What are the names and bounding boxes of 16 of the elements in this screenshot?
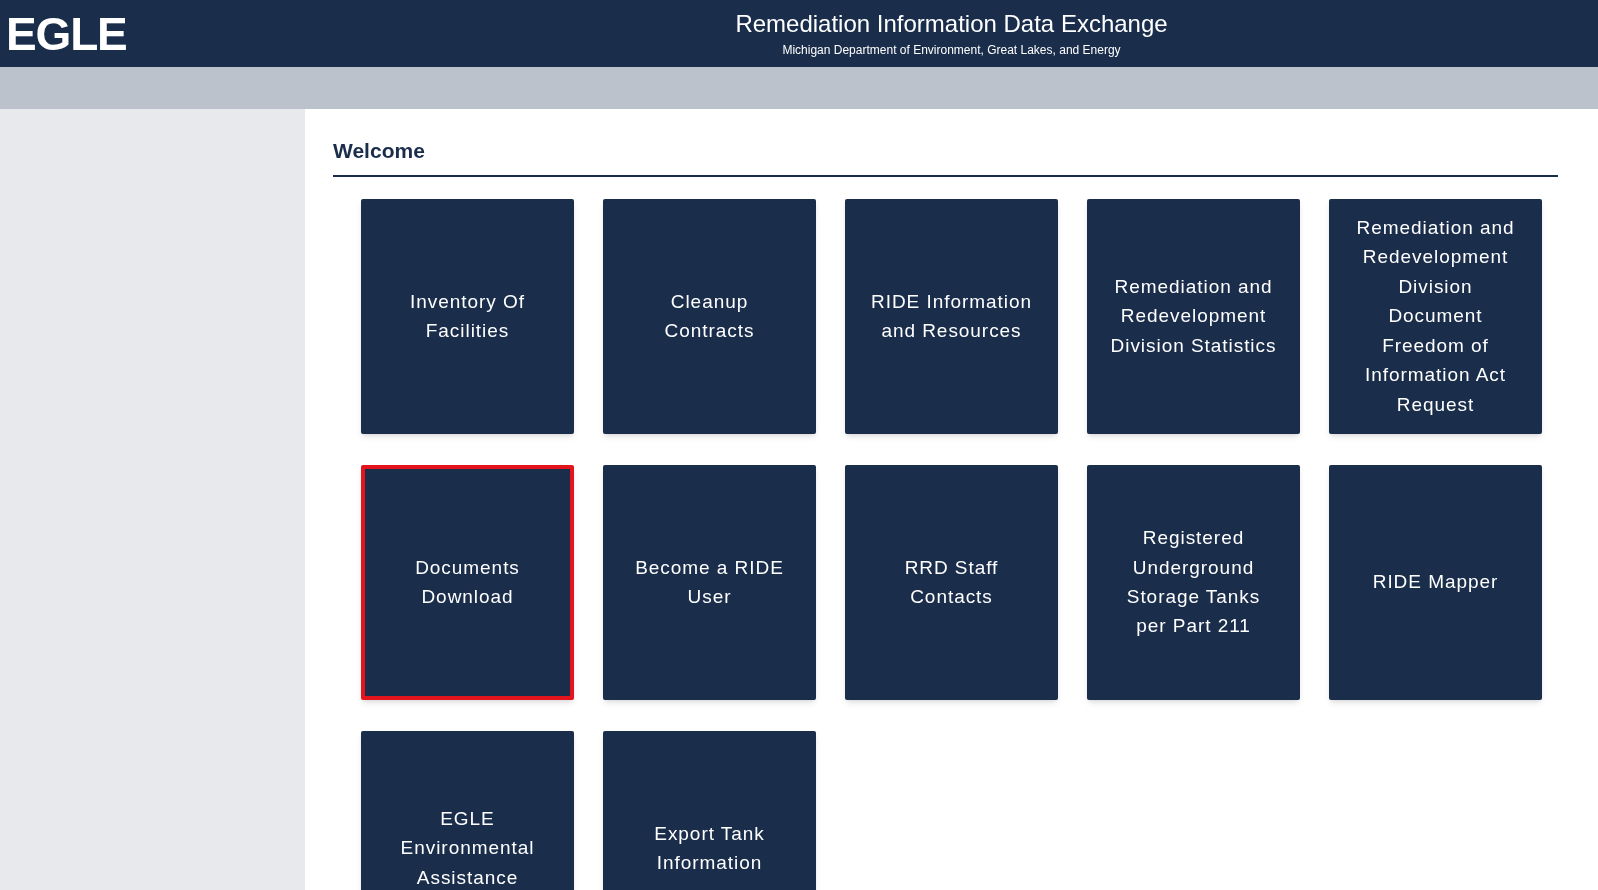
menu-tile[interactable]: EGLE Environmental Assistance (361, 730, 574, 890)
menu-tile[interactable]: Remediation and Redevelopment Division Statistics (1087, 198, 1300, 434)
menu-tile[interactable]: Cleanup Contracts (603, 198, 816, 434)
menu-tile[interactable]: Export Tank Information (603, 730, 816, 890)
egle-logo[interactable]: EGLE (6, 10, 127, 57)
menu-tile[interactable]: RIDE Mapper (1329, 464, 1542, 700)
menu-tile[interactable]: RRD Staff Contacts (845, 464, 1058, 700)
menu-tile[interactable]: Become a RIDE User (603, 464, 816, 700)
site-title: Remediation Information Data Exchange (735, 8, 1168, 39)
site-subtitle: Michigan Department of Environment, Great Lakes, and Energy (782, 41, 1121, 59)
menu-tile[interactable]: Registered Underground Storage Tanks per Part 211 (1087, 464, 1300, 700)
menu-tile[interactable]: Remediation and Redevelopment Division Document Freedom of Information Act Request (1329, 198, 1542, 434)
menu-tile[interactable]: Inventory Of Facilities (361, 198, 574, 434)
section-heading: Welcome (333, 135, 1558, 177)
menu-tile[interactable]: RIDE Information and Resources (845, 198, 1058, 434)
menu-tile[interactable]: Documents Download (361, 464, 574, 700)
